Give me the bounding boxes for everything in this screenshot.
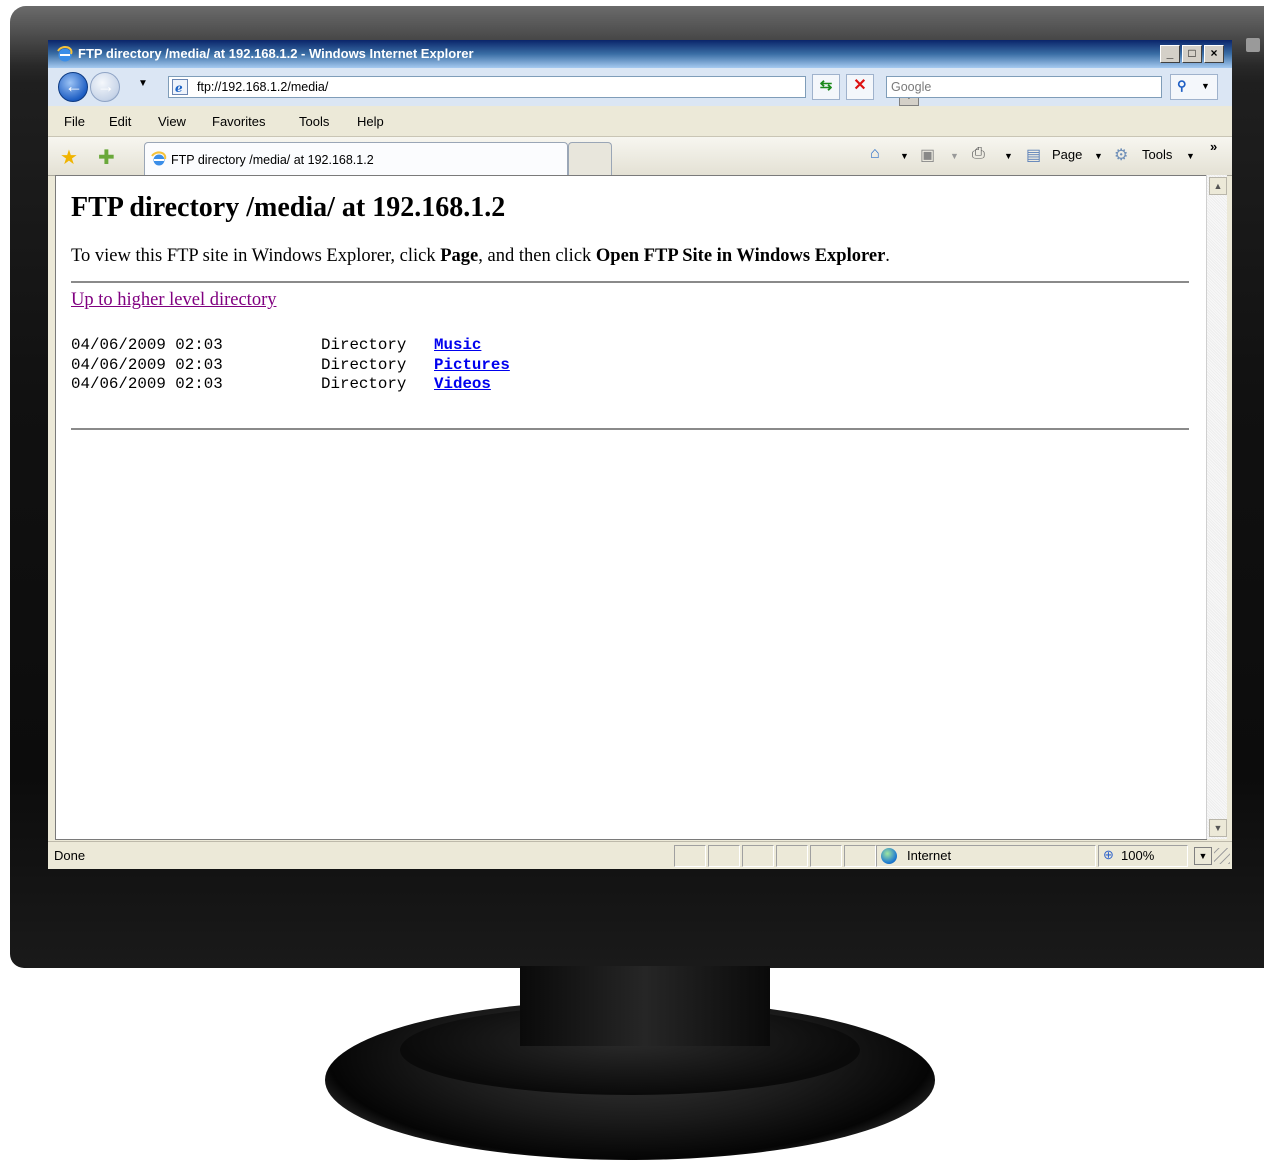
search-placeholder: Google bbox=[891, 80, 932, 94]
intro-prefix: To view this FTP site in Windows Explore… bbox=[71, 246, 441, 266]
status-pane bbox=[776, 845, 808, 867]
magnifier-icon: ⚲ bbox=[1177, 78, 1187, 93]
entry-date: 04/06/2009 02:03 bbox=[71, 375, 223, 393]
page-heading: FTP directory /media/ at 192.168.1.2 bbox=[71, 192, 506, 223]
status-pane bbox=[742, 845, 774, 867]
star-icon[interactable]: ★ bbox=[60, 145, 78, 170]
tools-menu-button[interactable]: Tools bbox=[1142, 147, 1172, 162]
menu-view[interactable]: View bbox=[158, 114, 186, 129]
ie-logo-icon bbox=[57, 46, 73, 62]
scroll-up-button[interactable]: ▲ bbox=[1209, 177, 1227, 195]
status-bar: Done Internet ⊕ 100% ▼ bbox=[48, 841, 1232, 868]
menu-help[interactable]: Help bbox=[357, 114, 384, 129]
page-dropdown-icon[interactable]: ▼ bbox=[1094, 151, 1103, 161]
forward-arrow-icon: → bbox=[97, 76, 115, 96]
forward-button[interactable]: → bbox=[90, 72, 120, 102]
printer-icon[interactable]: ⎙ bbox=[972, 145, 985, 163]
minimize-button[interactable]: _ bbox=[1160, 45, 1180, 63]
entry-type: Directory bbox=[321, 375, 407, 393]
page-icon: ▤ bbox=[1026, 147, 1042, 164]
zoom-dropdown-button[interactable]: ▼ bbox=[1194, 847, 1212, 865]
address-bar[interactable]: e ftp://192.168.1.2/media/ ▼ bbox=[168, 76, 919, 106]
menu-favorites[interactable]: Favorites bbox=[212, 114, 265, 129]
up-directory-link[interactable]: Up to higher level directory bbox=[71, 290, 277, 311]
more-commands-chevron-icon[interactable]: » bbox=[1210, 139, 1217, 154]
gear-icon: ⚙ bbox=[1114, 147, 1129, 164]
list-item: 04/06/2009 02:03 Directory Videos bbox=[71, 375, 510, 395]
resize-grip[interactable] bbox=[1214, 848, 1230, 864]
list-item: 04/06/2009 02:03 Directory Pictures bbox=[71, 356, 510, 376]
entry-date: 04/06/2009 02:03 bbox=[71, 355, 223, 374]
stop-icon: ✕ bbox=[853, 77, 867, 94]
status-pane bbox=[708, 845, 740, 867]
search-button[interactable]: ⚲ ▼ bbox=[1170, 74, 1218, 100]
zoom-icon: ⊕ bbox=[1103, 847, 1114, 862]
browser-window: FTP directory /media/ at 192.168.1.2 - W… bbox=[48, 40, 1232, 869]
zoom-value: 100% bbox=[1121, 848, 1155, 863]
feeds-dropdown-icon[interactable]: ▼ bbox=[950, 151, 959, 161]
directory-listing: 04/06/2009 02:03 Directory Music 04/06/2… bbox=[71, 336, 510, 395]
home-dropdown-icon[interactable]: ▼ bbox=[900, 151, 909, 161]
refresh-button[interactable]: ⇆ bbox=[812, 74, 840, 100]
tab-current[interactable]: FTP directory /media/ at 192.168.1.2 bbox=[144, 142, 568, 175]
new-tab-button[interactable] bbox=[568, 142, 612, 175]
entry-type: Directory bbox=[321, 355, 407, 374]
rss-icon[interactable]: ▣ bbox=[920, 145, 935, 165]
monitor-neck bbox=[520, 966, 770, 1046]
navigation-bar: ← → ▼ e ftp://192.168.1.2/media/ ▼ ⇆ ✕ G… bbox=[48, 68, 1232, 106]
security-zone[interactable]: Internet bbox=[876, 845, 1096, 867]
page-viewport: FTP directory /media/ at 192.168.1.2 To … bbox=[55, 175, 1207, 840]
entry-link-music[interactable]: Music bbox=[434, 336, 481, 356]
page-menu-button[interactable]: Page bbox=[1052, 147, 1082, 162]
tab-label: FTP directory /media/ at 192.168.1.2 bbox=[171, 153, 374, 167]
menu-tools[interactable]: Tools bbox=[299, 114, 329, 129]
back-button[interactable]: ← bbox=[58, 72, 88, 102]
zoom-level-button[interactable]: ⊕ 100% bbox=[1098, 845, 1188, 867]
stop-button[interactable]: ✕ bbox=[846, 74, 874, 100]
home-icon[interactable]: ⌂ bbox=[870, 145, 880, 163]
entry-link-pictures[interactable]: Pictures bbox=[434, 356, 510, 376]
search-options-chevron-icon: ▼ bbox=[1201, 81, 1210, 91]
menu-bar: File Edit View Favorites Tools Help bbox=[48, 106, 1232, 137]
divider-top bbox=[71, 281, 1189, 283]
intro-text: To view this FTP site in Windows Explore… bbox=[71, 246, 890, 267]
status-text: Done bbox=[54, 848, 86, 863]
refresh-icon: ⇆ bbox=[819, 77, 833, 94]
zone-label: Internet bbox=[907, 848, 952, 863]
entry-date: 04/06/2009 02:03 bbox=[71, 336, 223, 354]
ie-logo-icon bbox=[151, 151, 167, 166]
globe-icon bbox=[881, 848, 897, 864]
print-dropdown-icon[interactable]: ▼ bbox=[1004, 151, 1013, 161]
close-button[interactable]: × bbox=[1204, 45, 1224, 63]
divider-bottom bbox=[71, 428, 1189, 430]
back-arrow-icon: ← bbox=[65, 76, 83, 96]
list-item: 04/06/2009 02:03 Directory Music bbox=[71, 336, 510, 356]
scroll-down-button[interactable]: ▼ bbox=[1209, 819, 1227, 837]
status-pane bbox=[674, 845, 706, 867]
menu-edit[interactable]: Edit bbox=[109, 114, 131, 129]
title-bar: FTP directory /media/ at 192.168.1.2 - W… bbox=[48, 40, 1232, 68]
ie-page-icon: e bbox=[172, 79, 188, 95]
intro-open-ftp-phrase: Open FTP Site in Windows Explorer bbox=[595, 246, 886, 266]
intro-middle: , and then click bbox=[478, 246, 596, 266]
search-input[interactable]: Google bbox=[886, 76, 1162, 98]
menu-file[interactable]: File bbox=[64, 114, 85, 129]
entry-type: Directory bbox=[321, 336, 407, 354]
command-bar: ★ ✚ FTP directory /media/ at 192.168.1.2… bbox=[48, 137, 1232, 176]
svg-text:e: e bbox=[175, 81, 183, 95]
address-url: ftp://192.168.1.2/media/ bbox=[197, 80, 329, 94]
status-pane bbox=[844, 845, 876, 867]
maximize-button[interactable]: □ bbox=[1182, 45, 1202, 63]
add-star-icon[interactable]: ✚ bbox=[98, 145, 115, 170]
window-title: FTP directory /media/ at 192.168.1.2 - W… bbox=[78, 46, 474, 61]
recent-pages-dropdown[interactable]: ▼ bbox=[138, 78, 148, 89]
intro-page-word: Page bbox=[440, 246, 479, 266]
vertical-scrollbar[interactable]: ▲ ▼ bbox=[1206, 175, 1227, 839]
status-pane bbox=[810, 845, 842, 867]
intro-suffix: . bbox=[885, 246, 890, 266]
monitor-power-led bbox=[1246, 38, 1260, 52]
tools-dropdown-icon[interactable]: ▼ bbox=[1186, 151, 1195, 161]
entry-link-videos[interactable]: Videos bbox=[434, 375, 491, 395]
